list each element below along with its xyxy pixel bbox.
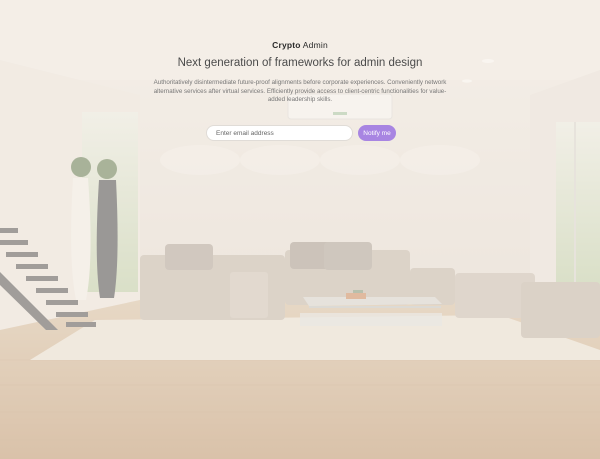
email-input[interactable] bbox=[206, 125, 353, 141]
subscribe-form: Notify me bbox=[206, 125, 396, 141]
page-headline: Next generation of frameworks for admin … bbox=[177, 57, 423, 69]
notify-me-button[interactable]: Notify me bbox=[358, 125, 396, 141]
brand-name-bold: Crypto bbox=[272, 40, 301, 50]
page-description: Authoritatively disintermediate future-p… bbox=[153, 79, 447, 104]
brand-logo: Crypto Admin bbox=[0, 40, 600, 50]
brand-name-light: Admin bbox=[302, 40, 328, 50]
